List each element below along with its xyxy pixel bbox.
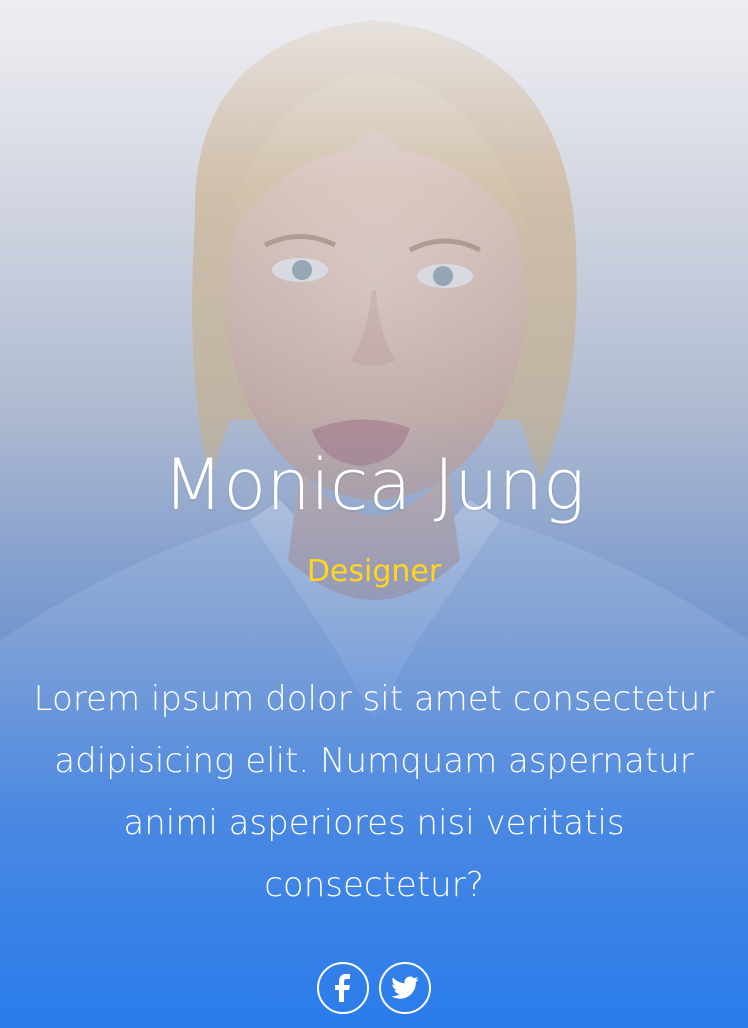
profile-name: Monica Jung xyxy=(162,444,586,526)
twitter-icon xyxy=(391,976,419,999)
profile-role: Designer xyxy=(306,554,442,589)
profile-card: Monica Jung Designer Lorem ipsum dolor s… xyxy=(0,0,748,1028)
profile-content: Monica Jung Designer Lorem ipsum dolor s… xyxy=(0,0,748,1028)
twitter-button[interactable] xyxy=(379,962,431,1014)
profile-bio: Lorem ipsum dolor sit amet consectetur a… xyxy=(33,679,715,905)
social-links xyxy=(0,962,748,1014)
facebook-button[interactable] xyxy=(317,962,369,1014)
facebook-icon xyxy=(335,974,350,1002)
